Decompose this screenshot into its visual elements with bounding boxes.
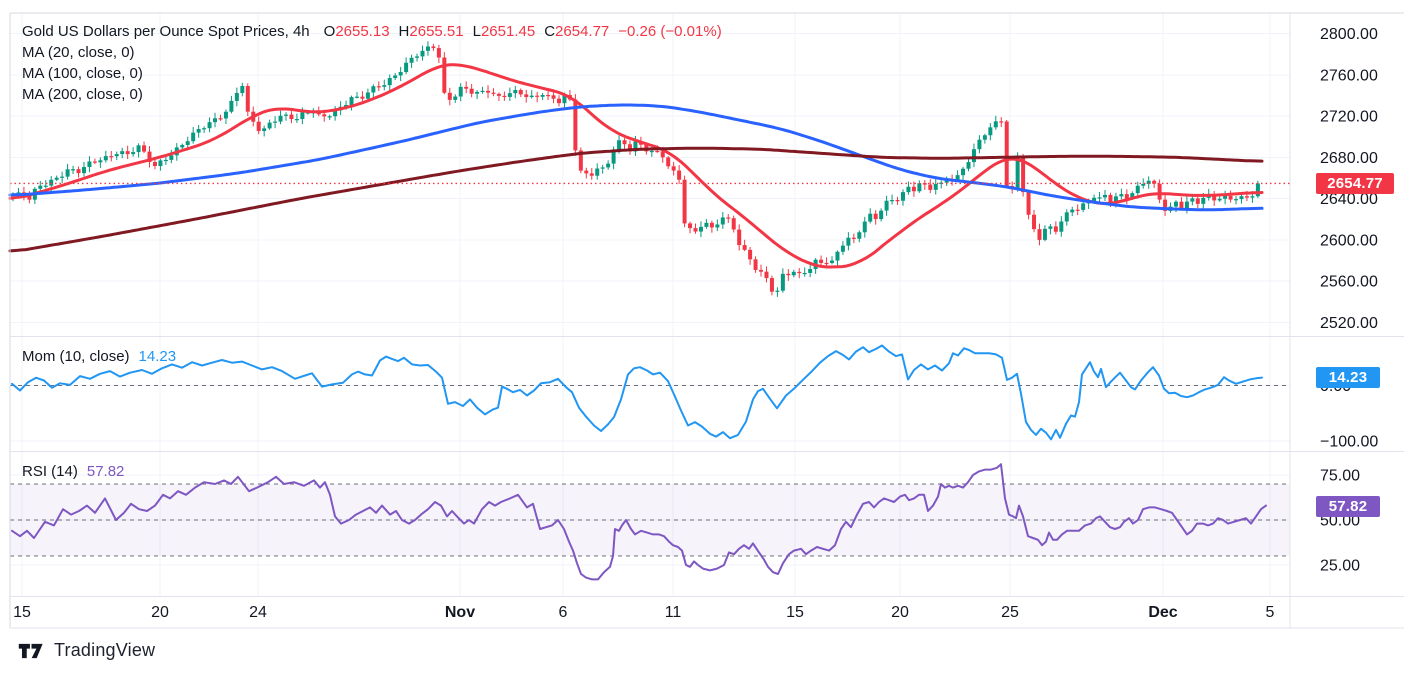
- rsi-panel[interactable]: [10, 464, 1290, 579]
- tradingview-logo[interactable]: TradingView: [18, 640, 155, 661]
- time-axis[interactable]: 15 20 24 Nov 6 11 15 20 25 Dec 5: [13, 604, 1274, 621]
- axis-label: 2560.00: [1320, 274, 1378, 291]
- high-label: H: [399, 23, 410, 40]
- axis-label: 24: [249, 604, 267, 621]
- high-value: 2655.51: [409, 23, 463, 40]
- axis-label: 2600.00: [1320, 232, 1378, 249]
- axis-label: 25.00: [1320, 558, 1360, 575]
- rsi-label[interactable]: RSI (14): [22, 463, 78, 480]
- change-value: −0.26 (−0.01%): [618, 23, 721, 40]
- open-label: O: [324, 23, 336, 40]
- symbol-title[interactable]: Gold US Dollars per Ounce Spot Prices, 4…: [22, 23, 310, 40]
- low-label: L: [473, 23, 481, 40]
- symbol-title-row: Gold US Dollars per Ounce Spot Prices, 4…: [22, 21, 722, 42]
- axis-label: 2800.00: [1320, 26, 1378, 43]
- axis-label: 11: [665, 604, 682, 621]
- chart-widget: 2800.002760.002720.002680.002640.002600.…: [0, 0, 1405, 674]
- ma200-legend[interactable]: MA (200, close, 0): [22, 84, 722, 105]
- ma100-legend[interactable]: MA (100, close, 0): [22, 63, 722, 84]
- axis-label: 15: [13, 604, 31, 621]
- rsi-legend: RSI (14) 57.82: [22, 461, 124, 482]
- axis-label: 2520.00: [1320, 315, 1378, 332]
- last-price-badge: 2654.77: [1316, 173, 1394, 194]
- axis-label: 25: [1001, 604, 1019, 621]
- momentum-label[interactable]: Mom (10, close): [22, 348, 130, 365]
- close-label: C: [544, 23, 555, 40]
- price-axis[interactable]: 2800.002760.002720.002680.002640.002600.…: [1320, 26, 1378, 575]
- axis-label: Nov: [445, 604, 475, 621]
- axis-label: 5: [1266, 604, 1275, 621]
- main-legend: Gold US Dollars per Ounce Spot Prices, 4…: [22, 21, 722, 105]
- axis-label: 2760.00: [1320, 67, 1378, 84]
- axis-label: 6: [559, 604, 568, 621]
- tradingview-icon: [18, 643, 45, 659]
- low-value: 2651.45: [481, 23, 535, 40]
- ma20-legend[interactable]: MA (20, close, 0): [22, 42, 722, 63]
- tradingview-wordmark: TradingView: [54, 640, 155, 661]
- rsi-axis-badge: 57.82: [1316, 496, 1380, 517]
- axis-label: 15: [786, 604, 804, 621]
- axis-label: 75.00: [1320, 468, 1360, 485]
- momentum-legend: Mom (10, close) 14.23: [22, 346, 176, 367]
- momentum-axis-badge: 14.23: [1316, 367, 1380, 388]
- momentum-panel[interactable]: [10, 346, 1290, 440]
- momentum-value: 14.23: [139, 348, 177, 365]
- momentum-line[interactable]: [12, 346, 1262, 440]
- axis-label: −100.00: [1320, 434, 1378, 451]
- axis-label: Dec: [1148, 604, 1177, 621]
- close-value: 2654.77: [555, 23, 609, 40]
- axis-label: 2680.00: [1320, 150, 1378, 167]
- open-value: 2655.13: [335, 23, 389, 40]
- axis-label: 2720.00: [1320, 109, 1378, 126]
- axis-label: 20: [151, 604, 169, 621]
- rsi-value: 57.82: [87, 463, 125, 480]
- axis-label: 20: [891, 604, 909, 621]
